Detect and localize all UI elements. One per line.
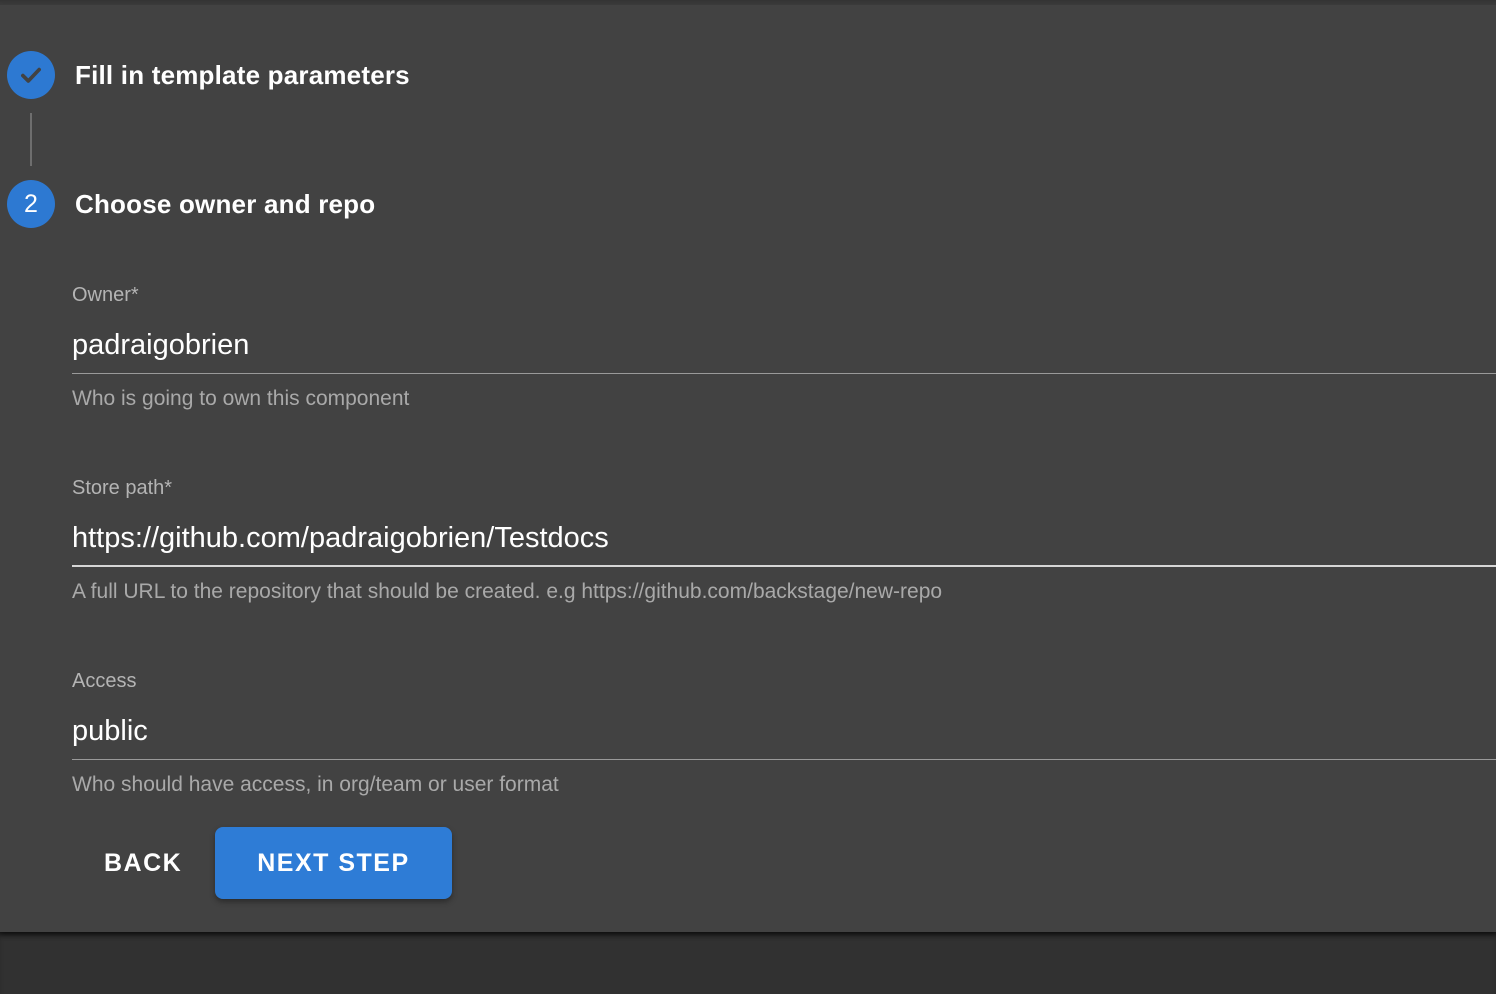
next-step-button[interactable]: NEXT STEP — [215, 827, 451, 899]
store-path-input-underline — [72, 521, 1496, 567]
back-button[interactable]: BACK — [84, 829, 202, 898]
step-2-content: Owner* Who is going to own this componen… — [0, 284, 1496, 899]
access-field: Access Who should have access, in org/te… — [72, 670, 1496, 797]
step-connector-line — [30, 113, 32, 166]
stepper-paper: Fill in template parameters 2 Choose own… — [0, 5, 1496, 932]
step-2-number: 2 — [24, 192, 38, 217]
step-1-label: Fill in template parameters — [75, 60, 410, 91]
owner-input[interactable] — [72, 328, 1496, 362]
step-2-label: Choose owner and repo — [75, 189, 375, 220]
store-path-helper-text: A full URL to the repository that should… — [72, 580, 1496, 604]
step-2-header[interactable]: 2 Choose owner and repo — [0, 180, 1496, 228]
step-connector — [0, 99, 1496, 180]
owner-input-underline — [72, 328, 1496, 374]
owner-field-label: Owner* — [72, 284, 1496, 307]
access-field-label: Access — [72, 670, 1496, 693]
step-1-header[interactable]: Fill in template parameters — [0, 51, 1496, 99]
check-icon — [18, 62, 44, 88]
store-path-input[interactable] — [72, 521, 1496, 555]
access-helper-text: Who should have access, in org/team or u… — [72, 773, 1496, 797]
access-input-underline — [72, 714, 1496, 760]
step-2-active-icon: 2 — [7, 180, 55, 228]
scaffolder-wizard-screen: Fill in template parameters 2 Choose own… — [0, 0, 1496, 994]
page-background-below-paper — [0, 932, 1496, 994]
owner-field: Owner* Who is going to own this componen… — [72, 284, 1496, 411]
step-actions: BACK NEXT STEP — [84, 827, 1496, 899]
access-input[interactable] — [72, 714, 1496, 748]
store-path-field-label: Store path* — [72, 477, 1496, 500]
store-path-field: Store path* A full URL to the repository… — [72, 477, 1496, 604]
owner-helper-text: Who is going to own this component — [72, 387, 1496, 411]
step-1-completed-icon — [7, 51, 55, 99]
